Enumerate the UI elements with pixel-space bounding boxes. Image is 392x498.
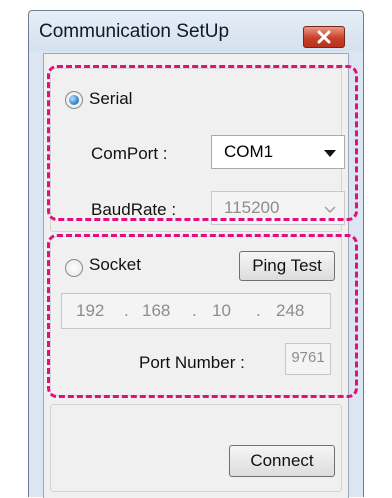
- ip-address-field[interactable]: 192 . 168 . 10 . 248: [61, 293, 331, 329]
- baudrate-label: BaudRate :: [91, 200, 177, 219]
- comport-value: COM1: [224, 142, 274, 161]
- chevron-down-icon: [324, 206, 336, 214]
- serial-group: Serial ComPort : COM1 BaudRate : 115200: [50, 68, 345, 232]
- title-bar: Communication SetUp: [29, 11, 363, 51]
- ip-octet-3: 10: [212, 301, 231, 320]
- ip-dot-1: .: [124, 301, 129, 320]
- ip-octet-1: 192: [76, 301, 105, 320]
- close-icon: [317, 30, 331, 44]
- port-number-label: Port Number :: [139, 353, 245, 372]
- socket-group: Socket Ping Test 192 . 168 . 10 . 248 Po…: [50, 236, 342, 396]
- socket-radio[interactable]: [65, 259, 83, 277]
- comport-select[interactable]: COM1: [211, 135, 345, 169]
- port-number-field[interactable]: 9761: [285, 343, 331, 375]
- window-title: Communication SetUp: [39, 21, 230, 42]
- ip-octet-2: 168: [142, 301, 171, 320]
- action-group: Connect: [50, 404, 342, 492]
- communication-setup-window: Communication SetUp Serial ComPort : COM…: [28, 10, 364, 498]
- ping-test-button[interactable]: Ping Test: [239, 251, 335, 281]
- ip-dot-2: .: [192, 301, 197, 320]
- chevron-down-icon: [324, 150, 336, 157]
- ip-octet-4: 248: [276, 301, 305, 320]
- baudrate-value: 115200: [224, 198, 280, 217]
- comport-label: ComPort :: [91, 144, 168, 163]
- serial-label: Serial: [89, 89, 133, 108]
- client-area: Serial ComPort : COM1 BaudRate : 115200 …: [43, 53, 349, 498]
- serial-radio[interactable]: [65, 91, 83, 109]
- radio-selected-dot: [69, 95, 79, 105]
- baudrate-select[interactable]: 115200: [211, 191, 345, 225]
- close-button[interactable]: [303, 26, 345, 48]
- socket-label: Socket: [89, 255, 141, 274]
- ip-dot-3: .: [256, 301, 261, 320]
- connect-button[interactable]: Connect: [229, 445, 335, 477]
